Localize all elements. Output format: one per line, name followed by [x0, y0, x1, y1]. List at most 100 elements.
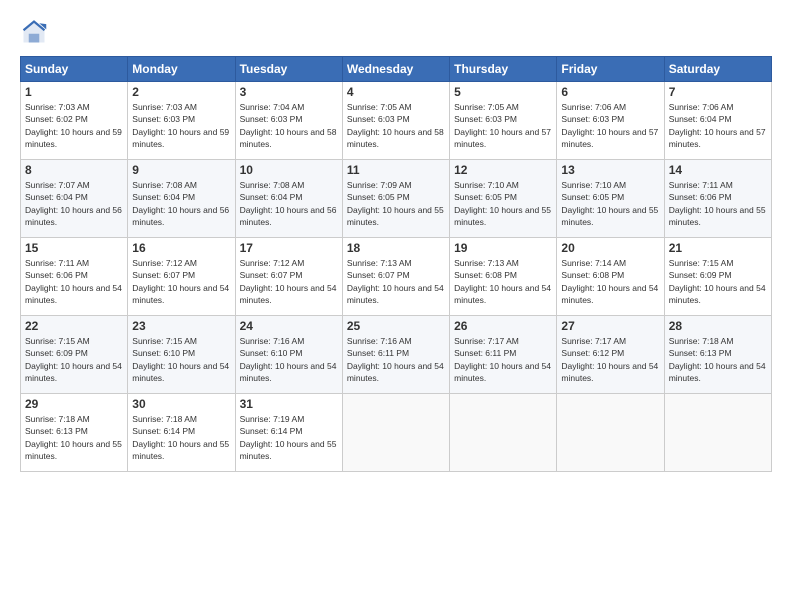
day-number: 30 — [132, 397, 230, 411]
calendar-header-tuesday: Tuesday — [235, 57, 342, 82]
day-info: Sunrise: 7:10 AM Sunset: 6:05 PM Dayligh… — [561, 179, 659, 228]
calendar-cell: 27 Sunrise: 7:17 AM Sunset: 6:12 PM Dayl… — [557, 316, 664, 394]
calendar-cell: 3 Sunrise: 7:04 AM Sunset: 6:03 PM Dayli… — [235, 82, 342, 160]
day-info: Sunrise: 7:13 AM Sunset: 6:08 PM Dayligh… — [454, 257, 552, 306]
calendar: SundayMondayTuesdayWednesdayThursdayFrid… — [20, 56, 772, 472]
day-number: 25 — [347, 319, 445, 333]
page: SundayMondayTuesdayWednesdayThursdayFrid… — [0, 0, 792, 612]
day-info: Sunrise: 7:18 AM Sunset: 6:13 PM Dayligh… — [669, 335, 767, 384]
day-info: Sunrise: 7:16 AM Sunset: 6:11 PM Dayligh… — [347, 335, 445, 384]
day-info: Sunrise: 7:05 AM Sunset: 6:03 PM Dayligh… — [454, 101, 552, 150]
calendar-cell — [664, 394, 771, 472]
day-info: Sunrise: 7:19 AM Sunset: 6:14 PM Dayligh… — [240, 413, 338, 462]
day-info: Sunrise: 7:06 AM Sunset: 6:04 PM Dayligh… — [669, 101, 767, 150]
calendar-cell: 13 Sunrise: 7:10 AM Sunset: 6:05 PM Dayl… — [557, 160, 664, 238]
calendar-cell: 6 Sunrise: 7:06 AM Sunset: 6:03 PM Dayli… — [557, 82, 664, 160]
day-info: Sunrise: 7:11 AM Sunset: 6:06 PM Dayligh… — [25, 257, 123, 306]
day-info: Sunrise: 7:17 AM Sunset: 6:12 PM Dayligh… — [561, 335, 659, 384]
day-info: Sunrise: 7:17 AM Sunset: 6:11 PM Dayligh… — [454, 335, 552, 384]
calendar-header-wednesday: Wednesday — [342, 57, 449, 82]
day-info: Sunrise: 7:12 AM Sunset: 6:07 PM Dayligh… — [240, 257, 338, 306]
calendar-header-saturday: Saturday — [664, 57, 771, 82]
day-info: Sunrise: 7:18 AM Sunset: 6:13 PM Dayligh… — [25, 413, 123, 462]
day-number: 8 — [25, 163, 123, 177]
day-info: Sunrise: 7:15 AM Sunset: 6:10 PM Dayligh… — [132, 335, 230, 384]
day-number: 3 — [240, 85, 338, 99]
calendar-cell: 23 Sunrise: 7:15 AM Sunset: 6:10 PM Dayl… — [128, 316, 235, 394]
calendar-cell: 1 Sunrise: 7:03 AM Sunset: 6:02 PM Dayli… — [21, 82, 128, 160]
day-info: Sunrise: 7:16 AM Sunset: 6:10 PM Dayligh… — [240, 335, 338, 384]
calendar-cell: 18 Sunrise: 7:13 AM Sunset: 6:07 PM Dayl… — [342, 238, 449, 316]
day-number: 4 — [347, 85, 445, 99]
day-number: 11 — [347, 163, 445, 177]
calendar-header-monday: Monday — [128, 57, 235, 82]
calendar-week-3: 15 Sunrise: 7:11 AM Sunset: 6:06 PM Dayl… — [21, 238, 772, 316]
day-number: 18 — [347, 241, 445, 255]
day-info: Sunrise: 7:07 AM Sunset: 6:04 PM Dayligh… — [25, 179, 123, 228]
day-number: 1 — [25, 85, 123, 99]
calendar-cell: 29 Sunrise: 7:18 AM Sunset: 6:13 PM Dayl… — [21, 394, 128, 472]
calendar-cell: 14 Sunrise: 7:11 AM Sunset: 6:06 PM Dayl… — [664, 160, 771, 238]
day-number: 13 — [561, 163, 659, 177]
day-info: Sunrise: 7:15 AM Sunset: 6:09 PM Dayligh… — [669, 257, 767, 306]
calendar-cell: 15 Sunrise: 7:11 AM Sunset: 6:06 PM Dayl… — [21, 238, 128, 316]
day-number: 10 — [240, 163, 338, 177]
day-number: 16 — [132, 241, 230, 255]
day-number: 14 — [669, 163, 767, 177]
day-number: 31 — [240, 397, 338, 411]
calendar-cell: 12 Sunrise: 7:10 AM Sunset: 6:05 PM Dayl… — [450, 160, 557, 238]
header — [20, 18, 772, 46]
calendar-header-sunday: Sunday — [21, 57, 128, 82]
day-number: 26 — [454, 319, 552, 333]
day-number: 7 — [669, 85, 767, 99]
day-info: Sunrise: 7:08 AM Sunset: 6:04 PM Dayligh… — [240, 179, 338, 228]
calendar-cell: 8 Sunrise: 7:07 AM Sunset: 6:04 PM Dayli… — [21, 160, 128, 238]
calendar-cell: 28 Sunrise: 7:18 AM Sunset: 6:13 PM Dayl… — [664, 316, 771, 394]
calendar-cell — [342, 394, 449, 472]
day-info: Sunrise: 7:06 AM Sunset: 6:03 PM Dayligh… — [561, 101, 659, 150]
day-number: 12 — [454, 163, 552, 177]
calendar-header-row: SundayMondayTuesdayWednesdayThursdayFrid… — [21, 57, 772, 82]
calendar-cell: 19 Sunrise: 7:13 AM Sunset: 6:08 PM Dayl… — [450, 238, 557, 316]
calendar-header-thursday: Thursday — [450, 57, 557, 82]
calendar-cell: 4 Sunrise: 7:05 AM Sunset: 6:03 PM Dayli… — [342, 82, 449, 160]
day-number: 17 — [240, 241, 338, 255]
calendar-cell: 17 Sunrise: 7:12 AM Sunset: 6:07 PM Dayl… — [235, 238, 342, 316]
day-number: 28 — [669, 319, 767, 333]
calendar-cell — [557, 394, 664, 472]
day-number: 20 — [561, 241, 659, 255]
day-number: 19 — [454, 241, 552, 255]
calendar-cell: 9 Sunrise: 7:08 AM Sunset: 6:04 PM Dayli… — [128, 160, 235, 238]
calendar-cell: 21 Sunrise: 7:15 AM Sunset: 6:09 PM Dayl… — [664, 238, 771, 316]
calendar-cell: 22 Sunrise: 7:15 AM Sunset: 6:09 PM Dayl… — [21, 316, 128, 394]
day-info: Sunrise: 7:12 AM Sunset: 6:07 PM Dayligh… — [132, 257, 230, 306]
day-info: Sunrise: 7:14 AM Sunset: 6:08 PM Dayligh… — [561, 257, 659, 306]
calendar-cell: 2 Sunrise: 7:03 AM Sunset: 6:03 PM Dayli… — [128, 82, 235, 160]
calendar-cell: 31 Sunrise: 7:19 AM Sunset: 6:14 PM Dayl… — [235, 394, 342, 472]
calendar-week-1: 1 Sunrise: 7:03 AM Sunset: 6:02 PM Dayli… — [21, 82, 772, 160]
logo-icon — [20, 18, 48, 46]
day-info: Sunrise: 7:09 AM Sunset: 6:05 PM Dayligh… — [347, 179, 445, 228]
day-number: 24 — [240, 319, 338, 333]
day-number: 2 — [132, 85, 230, 99]
day-number: 5 — [454, 85, 552, 99]
day-number: 6 — [561, 85, 659, 99]
calendar-cell: 5 Sunrise: 7:05 AM Sunset: 6:03 PM Dayli… — [450, 82, 557, 160]
day-info: Sunrise: 7:11 AM Sunset: 6:06 PM Dayligh… — [669, 179, 767, 228]
day-info: Sunrise: 7:03 AM Sunset: 6:02 PM Dayligh… — [25, 101, 123, 150]
calendar-cell: 26 Sunrise: 7:17 AM Sunset: 6:11 PM Dayl… — [450, 316, 557, 394]
day-info: Sunrise: 7:10 AM Sunset: 6:05 PM Dayligh… — [454, 179, 552, 228]
calendar-cell: 30 Sunrise: 7:18 AM Sunset: 6:14 PM Dayl… — [128, 394, 235, 472]
calendar-week-5: 29 Sunrise: 7:18 AM Sunset: 6:13 PM Dayl… — [21, 394, 772, 472]
calendar-week-2: 8 Sunrise: 7:07 AM Sunset: 6:04 PM Dayli… — [21, 160, 772, 238]
day-number: 22 — [25, 319, 123, 333]
day-info: Sunrise: 7:13 AM Sunset: 6:07 PM Dayligh… — [347, 257, 445, 306]
day-number: 15 — [25, 241, 123, 255]
day-number: 23 — [132, 319, 230, 333]
calendar-week-4: 22 Sunrise: 7:15 AM Sunset: 6:09 PM Dayl… — [21, 316, 772, 394]
day-info: Sunrise: 7:04 AM Sunset: 6:03 PM Dayligh… — [240, 101, 338, 150]
calendar-cell: 7 Sunrise: 7:06 AM Sunset: 6:04 PM Dayli… — [664, 82, 771, 160]
day-number: 27 — [561, 319, 659, 333]
calendar-cell — [450, 394, 557, 472]
day-info: Sunrise: 7:05 AM Sunset: 6:03 PM Dayligh… — [347, 101, 445, 150]
